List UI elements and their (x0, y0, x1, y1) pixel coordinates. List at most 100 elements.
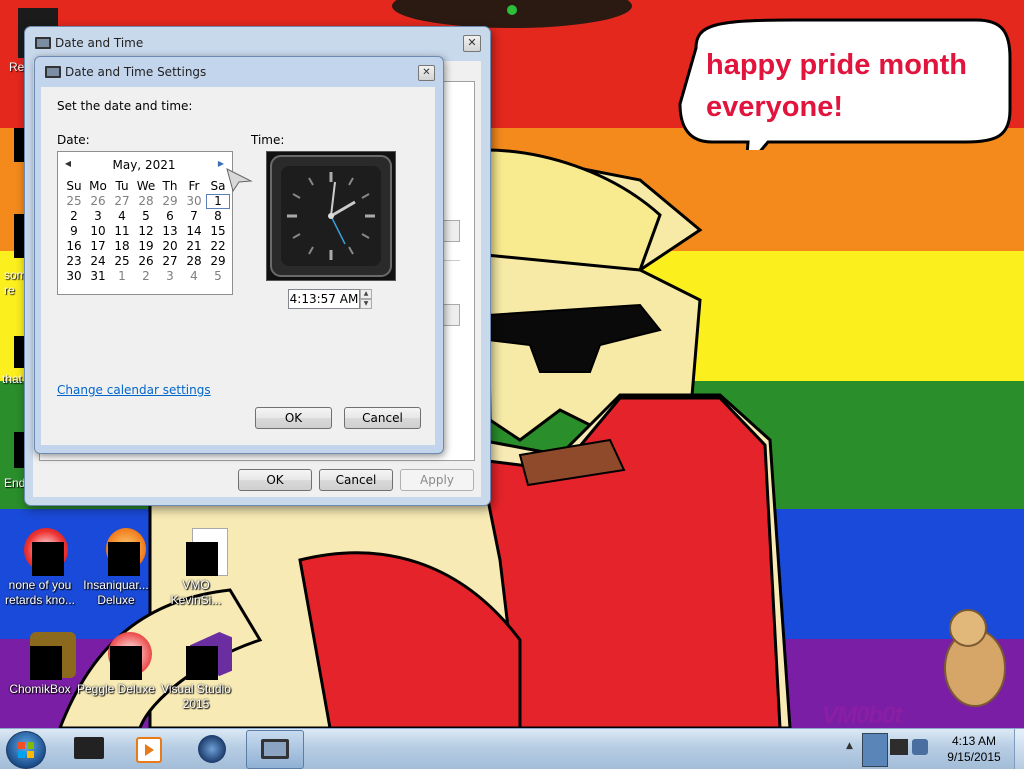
desktop-icon-insaniquarium[interactable]: Insaniquar... Deluxe (76, 528, 156, 608)
dialog-ok-button[interactable]: OK (255, 407, 332, 429)
weekday-header: Mo (89, 179, 107, 193)
desktop-icon-none-of-you[interactable]: none of you retards kno... (0, 528, 80, 608)
calendar-day[interactable]: 31 (86, 269, 110, 284)
calendar-day[interactable]: 16 (62, 239, 86, 254)
desktop-icon-vmo[interactable]: VMO KevinSi... (156, 528, 236, 608)
fish-icon (92, 528, 146, 576)
calendar-day[interactable]: 26 (86, 194, 110, 209)
cancel-button[interactable]: Cancel (319, 469, 393, 491)
terminal-icon (74, 737, 104, 759)
taskbar-date-time[interactable] (246, 730, 304, 769)
date-time-settings-dialog: Date and Time Settings ✕ Set the date an… (34, 56, 444, 454)
desktop-icon-label: VMO KevinSi... (170, 578, 222, 607)
clock-face-icon (270, 155, 392, 277)
calendar-day[interactable]: 14 (182, 224, 206, 239)
calendar-day[interactable]: 22 (206, 239, 230, 254)
weekday-header: Th (162, 179, 178, 193)
calendar-day[interactable]: 17 (86, 239, 110, 254)
apply-button[interactable]: Apply (400, 469, 474, 491)
calendar-day[interactable]: 28 (182, 254, 206, 269)
dialog-cancel-button[interactable]: Cancel (344, 407, 421, 429)
calendar-day[interactable]: 18 (110, 239, 134, 254)
time-spinner[interactable]: ▲ ▼ (360, 289, 372, 309)
calendar-clock-icon (261, 739, 289, 759)
calendar[interactable]: ◀ May, 2021 ▶ Su Mo Tu We Th Fr Sa 25 26 27 28 29 30… (57, 151, 233, 295)
time-label: Time: (251, 133, 285, 147)
calendar-day[interactable]: 9 (62, 224, 86, 239)
close-icon: ✕ (467, 36, 477, 49)
artist-signature: VM0b0t (822, 702, 902, 728)
hamster-app-icon (16, 632, 76, 680)
calendar-day[interactable]: 30 (182, 194, 206, 209)
network-icon[interactable] (890, 739, 908, 755)
weekday-header: Fr (188, 179, 200, 193)
calendar-month-year[interactable]: May, 2021 (88, 158, 200, 172)
calendar-day[interactable]: 4 (182, 269, 206, 284)
edge-icon-label-4: that (2, 372, 23, 386)
calendar-day[interactable]: 11 (110, 224, 134, 239)
analog-clock (266, 151, 396, 281)
calendar-day[interactable]: 15 (206, 224, 230, 239)
desktop-icon-label: none of you retards kno... (4, 578, 76, 607)
calendar-day[interactable]: 3 (158, 269, 182, 284)
calendar-day[interactable]: 29 (158, 194, 182, 209)
show-hidden-icons-button[interactable]: ▲ (846, 741, 856, 755)
app-icon (16, 528, 68, 576)
calendar-day[interactable]: 28 (134, 194, 158, 209)
desktop-icon-visual-studio[interactable]: Visual Studio 2015 (156, 632, 236, 712)
calendar-day[interactable]: 7 (182, 209, 206, 224)
calendar-day[interactable]: 5 (134, 209, 158, 224)
calendar-day[interactable]: 1 (110, 269, 134, 284)
calendar-day[interactable]: 10 (86, 224, 110, 239)
volume-icon[interactable] (912, 739, 928, 755)
calendar-day[interactable]: 3 (86, 209, 110, 224)
clock-control-panel-icon (35, 37, 51, 49)
change-calendar-settings-link[interactable]: Change calendar settings (57, 383, 211, 397)
calendar-day[interactable]: 20 (158, 239, 182, 254)
ok-button[interactable]: OK (238, 469, 312, 491)
calendar-day[interactable]: 1 (206, 194, 230, 209)
calendar-day[interactable]: 25 (110, 254, 134, 269)
calendar-day[interactable]: 2 (62, 209, 86, 224)
calendar-day[interactable]: 30 (62, 269, 86, 284)
time-field[interactable]: 4:13:57 AM (288, 289, 360, 309)
calendar-day[interactable]: 4 (110, 209, 134, 224)
calendar-day[interactable]: 29 (206, 254, 230, 269)
taskbar-app-1[interactable] (60, 730, 116, 767)
close-button[interactable]: ✕ (463, 35, 481, 52)
calendar-day[interactable]: 8 (206, 209, 230, 224)
calendar-day[interactable]: 21 (182, 239, 206, 254)
media-player-icon (136, 737, 162, 763)
calendar-day[interactable]: 27 (158, 254, 182, 269)
globe-icon (198, 735, 226, 763)
spin-up-icon[interactable]: ▲ (360, 289, 372, 299)
calendar-day[interactable]: 12 (134, 224, 158, 239)
desktop-icon-chomikbox[interactable]: ChomikBox (0, 632, 80, 697)
clock-time: 4:13 AM (951, 734, 997, 748)
chevron-up-icon: ▲ (846, 741, 853, 751)
start-button[interactable] (6, 731, 46, 769)
windows-logo-icon (18, 742, 34, 758)
taskbar-browser[interactable] (184, 730, 240, 767)
calendar-day[interactable]: 25 (62, 194, 86, 209)
calendar-day[interactable]: 24 (86, 254, 110, 269)
previous-month-button[interactable]: ◀ (63, 158, 73, 170)
calendar-day[interactable]: 2 (134, 269, 158, 284)
calendar-day[interactable]: 6 (158, 209, 182, 224)
system-clock[interactable]: 4:13 AM 9/15/2015 (930, 733, 1018, 765)
close-icon: ✕ (422, 67, 431, 78)
desktop-icon-label: Insaniquar... Deluxe (83, 578, 149, 607)
calendar-day[interactable]: 19 (134, 239, 158, 254)
calendar-day[interactable]: 13 (158, 224, 182, 239)
spin-down-icon[interactable]: ▼ (360, 299, 372, 309)
calendar-day[interactable]: 26 (134, 254, 158, 269)
calendar-day[interactable]: 23 (62, 254, 86, 269)
visual-studio-icon (172, 632, 232, 680)
calendar-day[interactable]: 5 (206, 269, 230, 284)
dialog-close-button[interactable]: ✕ (418, 65, 435, 81)
calendar-day[interactable]: 27 (110, 194, 134, 209)
taskbar-media-player[interactable] (120, 730, 176, 767)
tray-app-icon[interactable] (862, 733, 888, 767)
show-desktop-button[interactable] (1014, 729, 1024, 769)
desktop-icon-peggle[interactable]: Peggle Deluxe (76, 632, 156, 697)
